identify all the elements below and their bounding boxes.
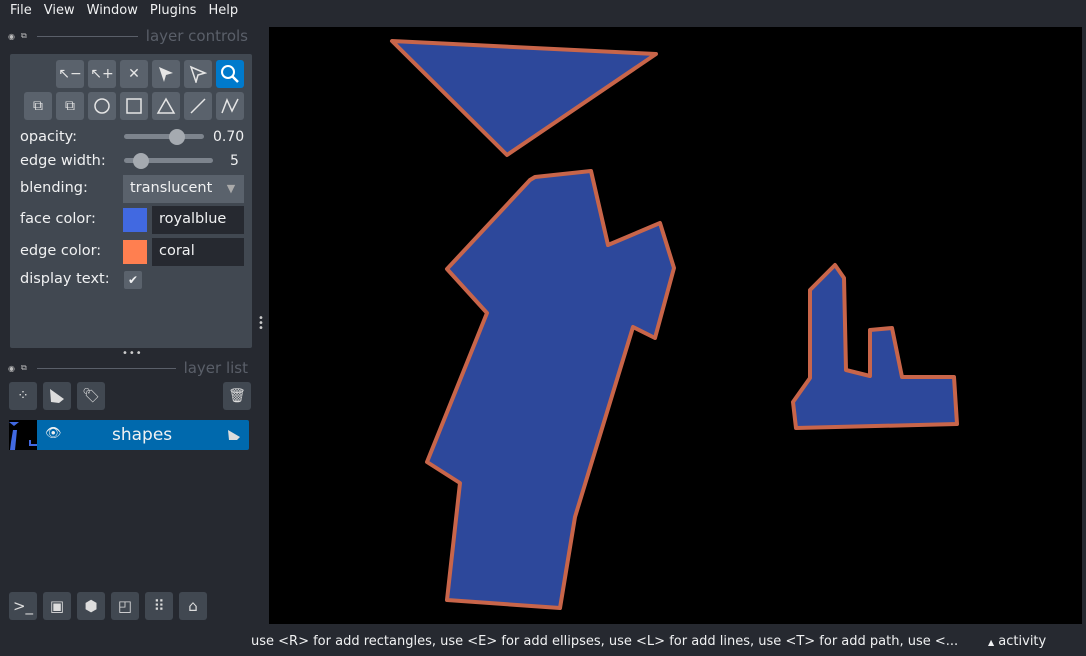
zoom-pan-button[interactable] bbox=[216, 60, 244, 88]
layer-controls-header: ◉ ⧉ layer controls bbox=[8, 27, 248, 45]
move-front-button[interactable]: ⧉ bbox=[56, 92, 84, 120]
delete-shape-icon: ✕ bbox=[128, 66, 140, 82]
layer-name[interactable]: shapes bbox=[112, 425, 172, 445]
grid-view-button[interactable]: ⠿ bbox=[145, 592, 173, 620]
direct-select-button[interactable] bbox=[184, 60, 212, 88]
float-icon[interactable]: ◉ bbox=[8, 32, 15, 41]
viewer-canvas[interactable] bbox=[269, 27, 1082, 624]
delete-layer-button[interactable]: 🗑 bbox=[223, 382, 251, 410]
display-text-checkbox[interactable]: ✔ bbox=[124, 271, 142, 289]
move-back-button[interactable]: ⧉ bbox=[24, 92, 52, 120]
select-button[interactable] bbox=[152, 60, 180, 88]
edge-color-input[interactable]: coral bbox=[152, 238, 244, 266]
menu-file[interactable]: File bbox=[4, 0, 38, 24]
transpose-button[interactable]: ◰ bbox=[111, 592, 139, 620]
layer-item-shapes[interactable]: 👁 shapes bbox=[9, 420, 249, 450]
trash-icon: 🗑 bbox=[228, 388, 246, 404]
activity-button[interactable]: ▲ activity bbox=[988, 634, 1046, 649]
layer-list-title: layer list bbox=[183, 359, 248, 377]
zoom-icon bbox=[221, 65, 239, 83]
edge-width-slider-handle[interactable] bbox=[133, 153, 149, 169]
home-button[interactable]: ⌂ bbox=[179, 592, 207, 620]
display-text-label: display text: bbox=[20, 271, 110, 287]
layer-thumbnail bbox=[9, 420, 37, 450]
cube-rotate-icon: ⬢ bbox=[84, 597, 98, 615]
menu-window[interactable]: Window bbox=[81, 0, 144, 24]
select-icon bbox=[159, 67, 173, 82]
triangle-shape[interactable] bbox=[390, 39, 658, 157]
chevron-down-icon: ▼ bbox=[218, 175, 244, 203]
grid-icon: ⠿ bbox=[153, 597, 165, 615]
l-shape[interactable] bbox=[791, 263, 959, 430]
roll-dims-button[interactable]: ⬢ bbox=[77, 592, 105, 620]
console-button[interactable]: >_ bbox=[9, 592, 37, 620]
close-dock-icon[interactable]: ⧉ bbox=[21, 31, 27, 41]
caret-up-icon: ▲ bbox=[988, 638, 995, 647]
shapes-icon bbox=[50, 389, 64, 403]
tag-icon: 🏷 bbox=[82, 388, 100, 404]
divider bbox=[36, 35, 138, 37]
move-front-icon: ⧉ bbox=[65, 98, 75, 114]
remove-vertex-button[interactable]: ↖− bbox=[56, 60, 84, 88]
console-icon: >_ bbox=[12, 597, 34, 615]
float-icon[interactable]: ◉ bbox=[8, 364, 15, 373]
menu-bar: File View Window Plugins Help bbox=[0, 0, 1086, 24]
face-color-label: face color: bbox=[20, 211, 96, 227]
layer-controls-panel: ↖− ↖+ ✕ ⧉ ⧉ opacity: 0.70 edge width: 5 … bbox=[10, 54, 252, 348]
opacity-value[interactable]: 0.70 bbox=[213, 129, 244, 145]
transpose-icon: ◰ bbox=[117, 597, 133, 615]
divider bbox=[36, 367, 176, 369]
remove-vertex-icon: ↖− bbox=[58, 66, 82, 82]
edge-color-swatch[interactable] bbox=[123, 240, 147, 264]
status-bar-text: use <R> for add rectangles, use <E> for … bbox=[251, 634, 959, 649]
add-vertex-icon: ↖+ bbox=[90, 66, 114, 82]
dock-resize-handle[interactable]: • • • bbox=[258, 314, 264, 334]
face-color-input[interactable]: royalblue bbox=[152, 206, 244, 234]
eye-icon[interactable]: 👁 bbox=[45, 426, 62, 441]
opacity-label: opacity: bbox=[20, 129, 78, 145]
add-polygon-button[interactable] bbox=[152, 92, 180, 120]
opacity-slider-handle[interactable] bbox=[169, 129, 185, 145]
new-labels-layer-button[interactable]: 🏷 bbox=[77, 382, 105, 410]
points-icon: ⁘ bbox=[17, 388, 29, 404]
edge-width-value[interactable]: 5 bbox=[230, 153, 239, 169]
add-vertex-button[interactable]: ↖+ bbox=[88, 60, 116, 88]
layer-list-header: ◉ ⧉ layer list bbox=[8, 359, 248, 377]
add-line-button[interactable] bbox=[184, 92, 212, 120]
splitter-handle[interactable]: ••• bbox=[122, 348, 143, 359]
blending-label: blending: bbox=[20, 180, 88, 196]
menu-help[interactable]: Help bbox=[202, 0, 244, 24]
direct-select-icon bbox=[189, 65, 207, 83]
ellipse-icon bbox=[94, 98, 110, 114]
layer-controls-title: layer controls bbox=[145, 27, 248, 45]
line-icon bbox=[190, 98, 206, 114]
close-dock-icon[interactable]: ⧉ bbox=[21, 363, 27, 373]
face-color-swatch[interactable] bbox=[123, 208, 147, 232]
rectangle-icon bbox=[126, 98, 142, 114]
shapes-layer-render bbox=[390, 39, 959, 610]
menu-view[interactable]: View bbox=[38, 0, 81, 24]
activity-label: activity bbox=[998, 634, 1047, 649]
add-rectangle-button[interactable] bbox=[120, 92, 148, 120]
add-ellipse-button[interactable] bbox=[88, 92, 116, 120]
new-shapes-layer-button[interactable] bbox=[43, 382, 71, 410]
delete-shape-button[interactable]: ✕ bbox=[120, 60, 148, 88]
square-icon: ▣ bbox=[49, 597, 65, 615]
menu-plugins[interactable]: Plugins bbox=[144, 0, 203, 24]
blending-value: translucent bbox=[130, 180, 213, 196]
ndisplay-button[interactable]: ▣ bbox=[43, 592, 71, 620]
check-icon: ✔ bbox=[127, 273, 139, 287]
opacity-slider[interactable] bbox=[124, 134, 204, 139]
edge-width-label: edge width: bbox=[20, 153, 106, 169]
home-icon: ⌂ bbox=[188, 597, 198, 615]
shapes-type-icon bbox=[228, 430, 240, 440]
move-back-icon: ⧉ bbox=[33, 98, 43, 114]
polygon-shape[interactable] bbox=[425, 169, 676, 610]
edge-color-label: edge color: bbox=[20, 243, 102, 259]
add-path-button[interactable] bbox=[216, 92, 244, 120]
blending-dropdown[interactable]: translucent ▼ bbox=[123, 175, 244, 203]
new-points-layer-button[interactable]: ⁘ bbox=[9, 382, 37, 410]
polygon-icon bbox=[156, 97, 176, 114]
path-icon bbox=[221, 98, 239, 114]
